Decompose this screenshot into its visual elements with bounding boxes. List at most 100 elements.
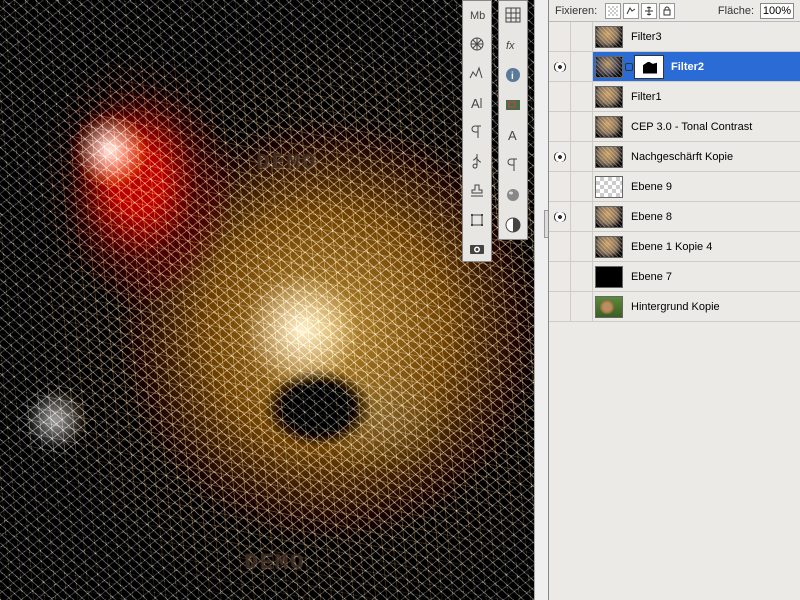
fx-icon[interactable]: fx [501,33,525,57]
layer-link-cell[interactable] [571,112,593,141]
panel-divider[interactable] [534,0,548,600]
transform-icon[interactable] [465,208,489,231]
layer-row[interactable]: Filter3 [549,22,800,52]
nav-icon[interactable] [501,93,525,117]
layer-row[interactable]: Nachgeschärft Kopie [549,142,800,172]
svg-text:fx: fx [506,40,515,52]
sphere-icon[interactable] [501,183,525,207]
layer-visibility-toggle[interactable] [549,22,571,51]
info-icon[interactable]: i [501,63,525,87]
layer-row[interactable]: Hintergrund Kopie [549,292,800,322]
layer-visibility-toggle[interactable] [549,172,571,201]
layer-thumbnail[interactable] [595,116,623,138]
fill-label: Fläche: [718,5,754,17]
layer-thumbnail[interactable] [595,56,623,78]
paragraph-panel-icon[interactable] [501,153,525,177]
demo-watermark: DEMO [244,550,305,575]
svg-text:Mb: Mb [470,10,485,22]
paragraph-icon[interactable] [465,120,489,143]
layer-thumbnail[interactable] [595,236,623,258]
layer-row[interactable]: Ebene 7 [549,262,800,292]
layer-link-cell[interactable] [571,82,593,111]
usb-icon[interactable] [465,150,489,173]
eye-icon [553,62,567,72]
layer-name-label[interactable]: Ebene 9 [623,181,672,193]
layer-visibility-toggle[interactable] [549,202,571,231]
eye-icon [553,302,567,312]
layer-name-label[interactable]: Hintergrund Kopie [623,301,720,313]
layer-name-label[interactable]: Filter2 [663,61,704,73]
layer-visibility-toggle[interactable] [549,292,571,321]
layer-row[interactable]: Ebene 9 [549,172,800,202]
layer-link-cell[interactable] [571,262,593,291]
layer-mask-thumbnail[interactable] [635,56,663,78]
stamp-icon[interactable] [465,179,489,202]
layer-name-label[interactable]: CEP 3.0 - Tonal Contrast [623,121,752,133]
layers-panel-header: Fixieren: Fläche: [549,0,800,22]
layer-row[interactable]: Filter2 [549,52,800,82]
layer-visibility-toggle[interactable] [549,52,571,81]
svg-text:A: A [471,96,480,111]
layer-link-cell[interactable] [571,232,593,261]
layer-name-label[interactable]: Nachgeschärft Kopie [623,151,733,163]
eye-icon [553,152,567,162]
lock-pixels-icon[interactable] [623,3,639,19]
layer-visibility-toggle[interactable] [549,262,571,291]
layer-visibility-toggle[interactable] [549,82,571,111]
grid-icon[interactable] [501,3,525,27]
svg-text:i: i [511,71,514,82]
layer-link-cell[interactable] [571,172,593,201]
layer-thumbnail[interactable] [595,26,623,48]
lock-all-icon[interactable] [659,3,675,19]
histogram-icon[interactable] [465,62,489,85]
svg-text:A: A [508,128,517,143]
eye-icon [553,32,567,42]
layer-name-label[interactable]: Ebene 7 [623,271,672,283]
layer-thumbnail[interactable] [595,296,623,318]
layer-thumbnail[interactable] [595,86,623,108]
layer-link-cell[interactable] [571,22,593,51]
type-icon[interactable]: A [465,91,489,114]
layer-row[interactable]: Ebene 1 Kopie 4 [549,232,800,262]
lock-options [605,3,675,19]
layer-link-cell[interactable] [571,292,593,321]
wheel-icon[interactable] [465,32,489,55]
layer-row[interactable]: Filter1 [549,82,800,112]
layer-visibility-toggle[interactable] [549,232,571,261]
layer-thumbnail[interactable] [595,176,623,198]
eye-icon [553,92,567,102]
lock-transparency-icon[interactable] [605,3,621,19]
lock-position-icon[interactable] [641,3,657,19]
layer-row[interactable]: CEP 3.0 - Tonal Contrast [549,112,800,142]
tool-palette-1: Mb A [462,0,492,262]
layer-name-label[interactable]: Ebene 1 Kopie 4 [623,241,712,253]
character-icon[interactable]: Mb [465,3,489,26]
layer-row[interactable]: Ebene 8 [549,202,800,232]
camera-icon[interactable] [465,238,489,261]
eye-icon [553,182,567,192]
tool-palette-2: fx i A [498,0,528,240]
fill-opacity-input[interactable] [760,3,794,19]
eye-icon [553,122,567,132]
layer-thumbnail[interactable] [595,206,623,228]
eye-icon [553,212,567,222]
eye-icon [553,242,567,252]
layer-list[interactable]: Filter3 Filter2 Filter1 CEP 3.0 - Tonal Con… [549,22,800,600]
layer-name-label[interactable]: Filter3 [623,31,662,43]
mask-link-icon[interactable] [625,63,633,71]
layer-link-cell[interactable] [571,52,593,81]
demo-watermark: DEMO [256,150,317,175]
layer-link-cell[interactable] [571,142,593,171]
layer-visibility-toggle[interactable] [549,112,571,141]
layer-thumbnail[interactable] [595,266,623,288]
bw-icon[interactable] [501,213,525,237]
layer-thumbnail[interactable] [595,146,623,168]
layers-panel: Fixieren: Fläche: Filter3 Filter2 Filter1 C… [548,0,800,600]
layer-name-label[interactable]: Filter1 [623,91,662,103]
layer-visibility-toggle[interactable] [549,142,571,171]
lock-label: Fixieren: [555,5,597,17]
type-panel-icon[interactable]: A [501,123,525,147]
layer-link-cell[interactable] [571,202,593,231]
layer-name-label[interactable]: Ebene 8 [623,211,672,223]
eye-icon [553,272,567,282]
